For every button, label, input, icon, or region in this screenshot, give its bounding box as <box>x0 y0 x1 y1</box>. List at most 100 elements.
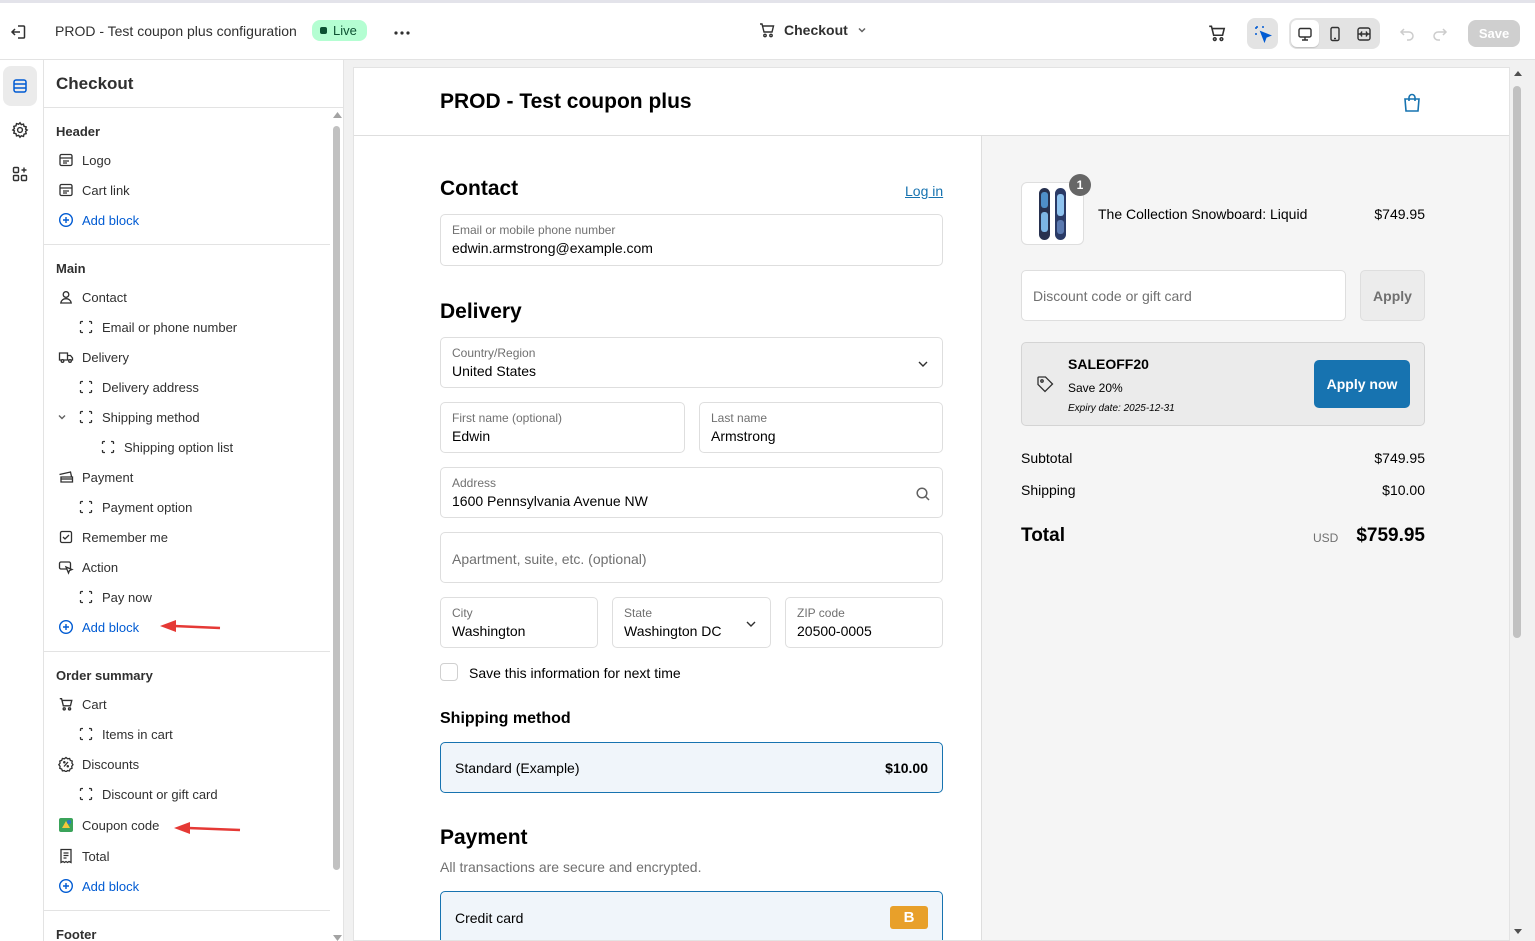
first-name-field[interactable]: First name (optional) Edwin <box>440 402 685 453</box>
divider <box>44 107 343 108</box>
block-label: Payment option <box>102 499 193 515</box>
zip-field[interactable]: ZIP code 20500-0005 <box>785 597 943 648</box>
total-value: $759.95 <box>1356 525 1425 546</box>
chevron-down-icon <box>856 24 868 36</box>
desktop-view-button[interactable] <box>1291 20 1319 47</box>
field-value: Washington <box>452 623 526 639</box>
block-shipping-method[interactable]: Shipping method <box>78 407 200 427</box>
field-value: United States <box>452 363 537 379</box>
block-logo[interactable]: Logo <box>58 150 111 170</box>
block-coupon-code[interactable]: Coupon code <box>58 815 159 835</box>
block-payment-option[interactable]: Payment option <box>78 497 192 517</box>
block-remember-me[interactable]: Remember me <box>58 527 168 547</box>
chevron-down-icon[interactable] <box>56 411 68 423</box>
chevron-down-icon <box>915 356 931 372</box>
field-value: 20500-0005 <box>797 623 872 639</box>
redo-icon[interactable] <box>1431 24 1449 42</box>
shipping-option[interactable]: Standard (Example) $10.00 <box>440 742 943 793</box>
currency-code: USD <box>1313 531 1339 545</box>
block-items-in-cart[interactable]: Items in cart <box>78 724 173 744</box>
city-field[interactable]: City Washington <box>440 597 598 648</box>
inspector-button[interactable] <box>1247 18 1278 49</box>
plus-circle-icon <box>58 619 74 635</box>
block-total[interactable]: Total <box>58 846 109 866</box>
add-block-order-summary[interactable]: Add block <box>58 876 139 896</box>
add-block-header[interactable]: Add block <box>58 210 139 230</box>
block-frame-icon <box>78 409 94 425</box>
shipping-method-heading: Shipping method <box>440 710 571 727</box>
checkbox-icon <box>58 529 74 545</box>
cart-preview-icon[interactable] <box>1207 23 1227 43</box>
divider <box>44 244 330 245</box>
discount-icon <box>58 756 74 772</box>
block-discount-gift-card[interactable]: Discount or gift card <box>78 784 218 804</box>
undo-icon[interactable] <box>1398 24 1416 42</box>
save-info-label[interactable]: Save this information for next time <box>469 665 681 681</box>
shopping-bag-icon[interactable] <box>1401 92 1423 114</box>
product-price: $749.95 <box>1374 206 1425 222</box>
discount-code-input[interactable]: Discount code or gift card <box>1021 270 1346 321</box>
block-contact[interactable]: Contact <box>58 287 127 307</box>
block-label: Shipping method <box>102 409 200 425</box>
page-selector[interactable]: Checkout <box>758 21 868 39</box>
block-label: Cart <box>82 696 107 712</box>
country-select[interactable]: Country/Region United States <box>440 337 943 388</box>
settings-tab[interactable] <box>3 110 37 150</box>
block-delivery-address[interactable]: Delivery address <box>78 377 199 397</box>
field-label: First name (optional) <box>452 411 563 425</box>
block-frame-icon <box>78 726 94 742</box>
apply-button[interactable]: Apply <box>1360 270 1425 321</box>
mobile-view-button[interactable] <box>1321 20 1349 47</box>
coupon-card: SALEOFF20 Save 20% Expiry date: 2025-12-… <box>1021 342 1425 426</box>
block-action[interactable]: Action <box>58 557 118 577</box>
apps-tab[interactable] <box>3 154 37 194</box>
login-link[interactable]: Log in <box>905 183 943 199</box>
exit-icon[interactable] <box>9 23 27 41</box>
apply-now-button[interactable]: Apply now <box>1314 360 1410 408</box>
block-cart[interactable]: Cart <box>58 694 107 714</box>
payment-heading: Payment <box>440 826 528 849</box>
divider <box>44 651 330 652</box>
block-label: Cart link <box>82 182 130 198</box>
block-delivery[interactable]: Delivery <box>58 347 129 367</box>
panel-scrollbar-thumb[interactable] <box>333 126 340 870</box>
left-rail <box>0 60 44 941</box>
shipping-option-price: $10.00 <box>885 760 928 776</box>
preview-scrollbar-thumb[interactable] <box>1513 86 1521 638</box>
block-email-phone[interactable]: Email or phone number <box>78 317 237 337</box>
email-field[interactable]: Email or mobile phone number edwin.armst… <box>440 214 943 266</box>
coupon-expiry: Expiry date: 2025-12-31 <box>1068 403 1175 414</box>
save-button[interactable]: Save <box>1468 20 1520 47</box>
block-discounts[interactable]: Discounts <box>58 754 139 774</box>
payment-icon <box>58 469 74 485</box>
more-options-icon[interactable] <box>392 23 412 43</box>
annotation-arrow-icon <box>174 822 242 836</box>
save-info-checkbox[interactable] <box>440 663 458 681</box>
field-value: Armstrong <box>711 428 776 444</box>
store-name[interactable]: PROD - Test coupon plus <box>440 90 692 114</box>
live-dot-icon <box>320 27 327 34</box>
field-label: Address <box>452 476 497 490</box>
block-pay-now[interactable]: Pay now <box>78 587 152 607</box>
order-summary-column: 1 The Collection Snowboard: Liquid $749.… <box>981 136 1509 940</box>
coupon-code: SALEOFF20 <box>1068 356 1149 372</box>
block-payment[interactable]: Payment <box>58 467 133 487</box>
field-label: ZIP code <box>797 606 845 620</box>
block-label: Contact <box>82 289 127 305</box>
field-label: Last name <box>711 411 768 425</box>
section-order-summary-title: Order summary <box>56 668 153 683</box>
annotation-arrow-icon <box>160 620 222 634</box>
state-select[interactable]: State Washington DC <box>612 597 771 648</box>
block-shipping-option-list[interactable]: Shipping option list <box>100 437 233 457</box>
add-block-main[interactable]: Add block <box>58 617 139 637</box>
credit-card-label: Credit card <box>455 910 524 926</box>
last-name-field[interactable]: Last name Armstrong <box>699 402 943 453</box>
sections-tab[interactable] <box>3 66 37 106</box>
fullwidth-view-button[interactable] <box>1350 20 1378 47</box>
credit-card-option[interactable]: Credit card B <box>440 891 943 940</box>
apartment-field[interactable]: Apartment, suite, etc. (optional) <box>440 532 943 583</box>
product-name: The Collection Snowboard: Liquid <box>1098 206 1308 222</box>
block-cart-link[interactable]: Cart link <box>58 180 130 200</box>
address-field[interactable]: Address 1600 Pennsylvania Avenue NW <box>440 467 943 518</box>
section-main-title: Main <box>56 261 86 276</box>
